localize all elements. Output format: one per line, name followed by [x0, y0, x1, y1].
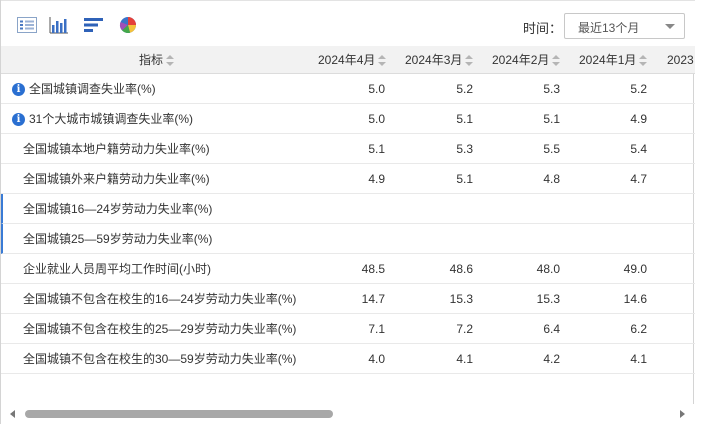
value-cell: 4.9	[368, 172, 385, 186]
value-cell: 5.5	[543, 142, 560, 156]
indicator-name: 全国城镇不包含在校生的30—59岁劳动力失业率(%)	[23, 352, 297, 366]
table-row: 全国城镇外来户籍劳动力失业率(%) 4.9 5.1 4.8 4.7	[1, 164, 695, 194]
table-row: 全国城镇25—59岁劳动力失业率(%)	[1, 224, 695, 254]
value-cell: 5.1	[543, 112, 560, 126]
horizontal-scrollbar[interactable]	[1, 404, 695, 424]
indicator-name: 全国城镇不包含在校生的16—24岁劳动力失业率(%)	[23, 292, 297, 306]
sort-icon	[378, 54, 387, 67]
column-header-2024-02[interactable]: 2024年2月	[492, 46, 561, 73]
value-cell: 5.1	[456, 112, 473, 126]
indicator-name: 31个大城市城镇调查失业率(%)	[29, 112, 194, 126]
value-cell: 48.5	[361, 262, 385, 276]
time-label: 时间：	[523, 21, 563, 36]
value-cell: 4.9	[630, 112, 647, 126]
value-cell: 14.7	[361, 292, 385, 306]
table-row: i 全国城镇调查失业率(%) 5.0 5.2 5.3 5.2	[1, 74, 695, 104]
value-cell: 5.3	[543, 82, 560, 96]
column-header-2024-03[interactable]: 2024年3月	[405, 46, 474, 73]
indicator-name: 全国城镇外来户籍劳动力失业率(%)	[23, 172, 210, 186]
value-cell: 48.6	[449, 262, 473, 276]
value-cell: 5.1	[368, 142, 385, 156]
value-cell: 7.2	[456, 322, 473, 336]
table-row: 全国城镇16—24岁劳动力失业率(%)	[1, 194, 695, 224]
indicator-name: 全国城镇25—59岁劳动力失业率(%)	[23, 232, 213, 246]
value-cell: 4.2	[543, 352, 560, 366]
scroll-left-icon[interactable]	[10, 410, 15, 418]
value-cell: 4.1	[456, 352, 473, 366]
table-row: 全国城镇不包含在校生的30—59岁劳动力失业率(%) 4.0 4.1 4.2 4…	[1, 344, 695, 374]
table-row: 全国城镇本地户籍劳动力失业率(%) 5.1 5.3 5.5 5.4	[1, 134, 695, 164]
value-cell: 15.3	[536, 292, 560, 306]
indicator-name: 企业就业人员周平均工作时间(小时)	[23, 262, 211, 276]
table-body: i 全国城镇调查失业率(%) 5.0 5.2 5.3 5.2 i 31个大城市城…	[1, 74, 695, 374]
table-view-icon[interactable]	[16, 15, 38, 35]
value-cell: 5.2	[456, 82, 473, 96]
time-range-select[interactable]: 最近13个月	[564, 13, 685, 39]
value-cell: 4.7	[630, 172, 647, 186]
value-cell: 4.8	[543, 172, 560, 186]
value-cell: 5.1	[456, 172, 473, 186]
indicator-name: 全国城镇调查失业率(%)	[29, 82, 156, 96]
value-cell: 7.1	[368, 322, 385, 336]
value-cell: 5.0	[368, 112, 385, 126]
value-cell: 5.2	[630, 82, 647, 96]
table-row: 企业就业人员周平均工作时间(小时) 48.5 48.6 48.0 49.0	[1, 254, 695, 284]
indicator-name: 全国城镇16—24岁劳动力失业率(%)	[23, 202, 213, 216]
value-cell: 5.4	[630, 142, 647, 156]
table-row: i 31个大城市城镇调查失业率(%) 5.0 5.1 5.1 4.9	[1, 104, 695, 134]
value-cell: 14.6	[623, 292, 647, 306]
value-cell: 4.0	[368, 352, 385, 366]
indicator-header[interactable]: 指标	[139, 46, 175, 73]
toolbar: 时间： 最近13个月	[1, 0, 695, 46]
value-cell: 6.4	[543, 322, 560, 336]
time-range-value: 最近13个月	[578, 21, 640, 35]
bar-chart-icon[interactable]	[48, 15, 70, 35]
horizontal-bar-icon[interactable]	[83, 15, 105, 35]
table-row: 全国城镇不包含在校生的16—24岁劳动力失业率(%) 14.7 15.3 15.…	[1, 284, 695, 314]
scroll-right-icon[interactable]	[680, 410, 685, 418]
scrollbar-thumb[interactable]	[25, 410, 333, 418]
table-header: 指标 2024年4月 2024年3月 2024年2月 2024年1月 2023	[1, 46, 695, 74]
data-table-panel: 时间： 最近13个月 指标 2024年4月 2024年3月 2024年2月 20…	[0, 0, 695, 424]
value-cell: 48.0	[536, 262, 560, 276]
value-cell: 5.3	[456, 142, 473, 156]
value-cell: 49.0	[623, 262, 647, 276]
indicator-name: 全国城镇不包含在校生的25—29岁劳动力失业率(%)	[23, 322, 297, 336]
chevron-down-icon	[665, 24, 675, 29]
sort-icon	[465, 54, 474, 67]
sort-icon	[166, 54, 175, 67]
info-icon[interactable]: i	[12, 83, 25, 96]
value-cell: 15.3	[449, 292, 473, 306]
pie-chart-icon[interactable]	[117, 15, 139, 35]
value-cell: 4.1	[630, 352, 647, 366]
sort-icon	[552, 54, 561, 67]
sort-icon	[639, 54, 648, 67]
column-header-2024-04[interactable]: 2024年4月	[318, 46, 387, 73]
table-row: 全国城镇不包含在校生的25—29岁劳动力失业率(%) 7.1 7.2 6.4 6…	[1, 314, 695, 344]
value-cell: 6.2	[630, 322, 647, 336]
column-header-2023[interactable]: 2023	[667, 46, 694, 73]
column-header-2024-01[interactable]: 2024年1月	[579, 46, 648, 73]
value-cell: 5.0	[368, 82, 385, 96]
indicator-name: 全国城镇本地户籍劳动力失业率(%)	[23, 142, 210, 156]
info-icon[interactable]: i	[12, 113, 25, 126]
